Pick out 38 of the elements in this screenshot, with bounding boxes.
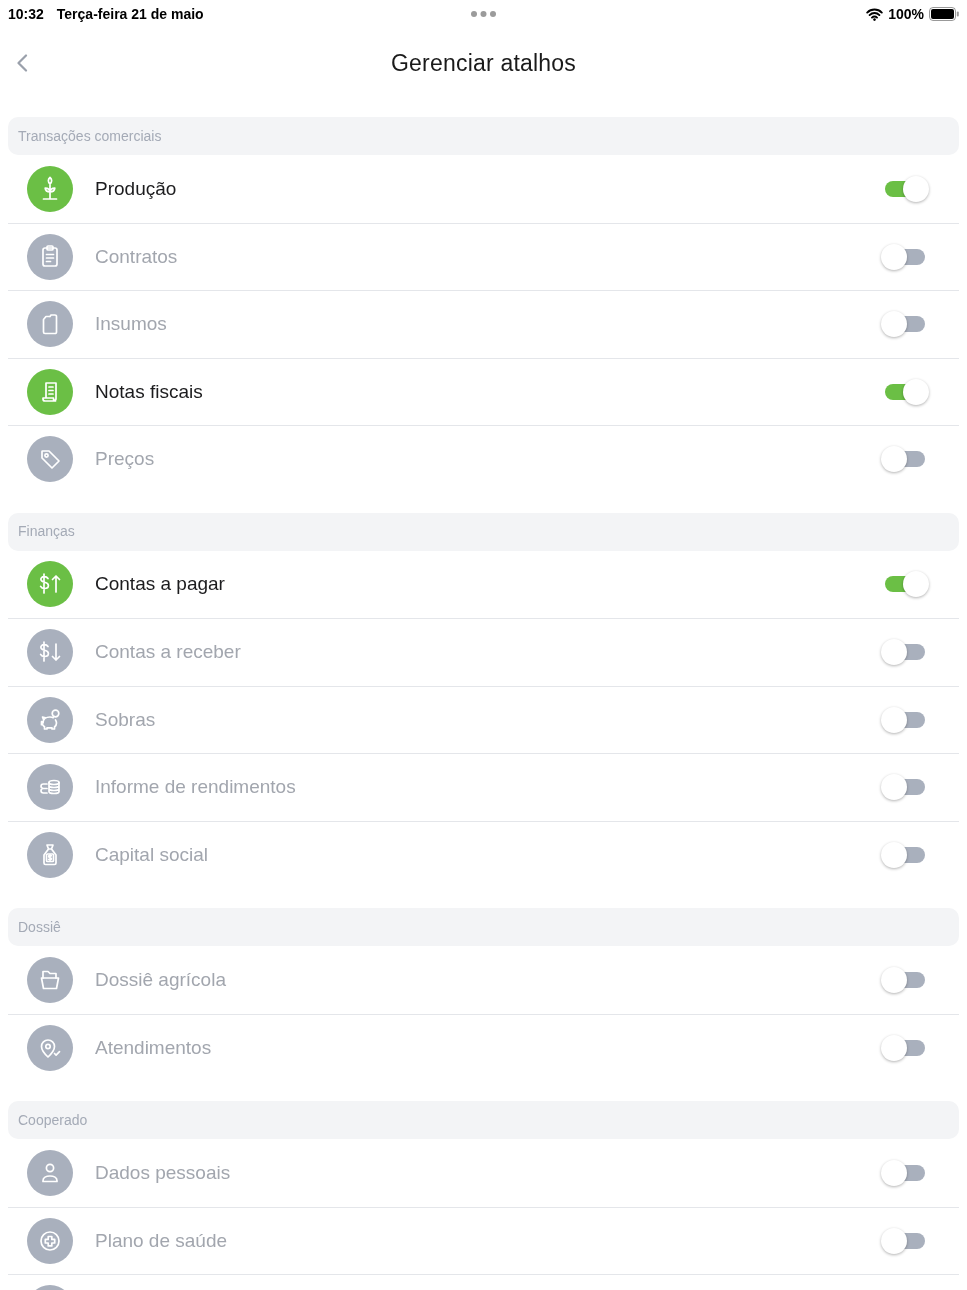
back-icon[interactable] bbox=[16, 54, 28, 72]
more-dots-icon[interactable] bbox=[471, 11, 496, 17]
person-icon bbox=[27, 1149, 73, 1196]
shortcut-label: Dossiê agrícola bbox=[95, 967, 226, 992]
shortcut-label: Atendimentos bbox=[95, 1035, 212, 1060]
shortcut-label: Contas a pagar bbox=[95, 572, 225, 596]
piggy-bank-icon bbox=[27, 696, 73, 743]
shortcut-label: Notas fiscais bbox=[95, 379, 203, 404]
status-time: 10:32 bbox=[8, 4, 44, 24]
wifi-icon bbox=[866, 7, 884, 21]
money-bag-icon bbox=[27, 831, 73, 878]
sprout-icon bbox=[27, 165, 73, 212]
section-title: Cooperado bbox=[18, 1110, 88, 1130]
battery-icon bbox=[929, 7, 959, 21]
clipboard-icon bbox=[27, 233, 73, 280]
shortcut-label: Dados pessoais bbox=[95, 1160, 231, 1185]
section-title: Dossiê bbox=[18, 917, 61, 937]
folder-icon bbox=[27, 956, 73, 1003]
section-title: Finanças bbox=[18, 522, 75, 541]
shortcut-label: Preços bbox=[95, 447, 155, 471]
shortcut-label: Produção bbox=[95, 176, 177, 201]
shortcut-label: Insumos bbox=[95, 312, 167, 336]
shortcut-label: Informe de rendimentos bbox=[95, 775, 296, 799]
shortcut-label: Contas a receber bbox=[95, 640, 241, 664]
battery-percent: 100% bbox=[888, 4, 924, 24]
status-date: Terça-feira 21 de maio bbox=[56, 4, 204, 24]
receipt-icon bbox=[27, 368, 73, 415]
shortcut-label: Sobras bbox=[95, 707, 156, 732]
jerrycan-icon bbox=[27, 301, 73, 348]
section-title: Transações comerciais bbox=[18, 126, 162, 146]
shortcut-label: Plano de saúde bbox=[95, 1228, 228, 1253]
coin-stack-icon bbox=[27, 764, 73, 811]
page-title: Gerenciar atalhos bbox=[391, 48, 576, 78]
map-pin-check-icon bbox=[27, 1024, 73, 1071]
shortcut-label: Contratos bbox=[95, 244, 178, 269]
plus-circle-icon bbox=[27, 1217, 73, 1264]
tag-icon bbox=[27, 436, 73, 483]
shortcut-label: Capital social bbox=[95, 842, 208, 867]
